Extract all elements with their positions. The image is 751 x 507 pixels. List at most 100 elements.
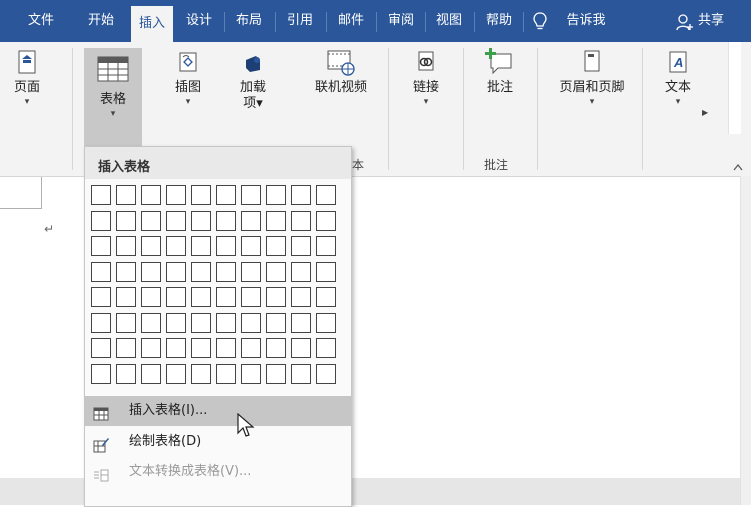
share-button[interactable]: 共享 [694,0,728,42]
table-grid-cell[interactable] [216,210,236,231]
table-grid-cell[interactable] [141,338,161,358]
table-grid-cell[interactable] [141,236,161,256]
table-grid-cell[interactable] [191,185,211,205]
ribbon-scroll-right-icon[interactable]: ▶ [702,108,708,117]
text-button[interactable]: A 文本 ▾ [655,48,701,107]
tell-me-box[interactable]: 告诉我 [558,0,614,42]
links-button[interactable]: 链接 ▾ [400,48,452,107]
table-grid-cell[interactable] [291,185,311,205]
table-grid-cell[interactable] [241,185,261,205]
tab-insert[interactable]: 插入 [131,6,173,42]
table-grid-cell[interactable] [241,338,261,358]
table-grid-cell[interactable] [241,210,261,231]
table-grid-cell[interactable] [241,363,261,384]
draw-table-menu-item[interactable]: 绘制表格(D) [85,427,351,457]
table-grid-cell[interactable] [116,338,136,358]
online-video-button[interactable]: 联机视频 [306,48,376,96]
table-grid-cell[interactable] [216,261,236,282]
table-grid-cell[interactable] [241,287,261,307]
table-grid-cell[interactable] [166,287,186,307]
table-grid-cell[interactable] [191,236,211,256]
tab-view[interactable]: 视图 [428,0,470,42]
table-grid-cell[interactable] [141,185,161,205]
table-grid-cell[interactable] [316,261,336,282]
table-grid-cell[interactable] [166,338,186,358]
addins-button[interactable]: 加载 项▾ [228,48,278,112]
table-grid-cell[interactable] [291,236,311,256]
table-button[interactable]: 表格 ▾ [84,48,142,146]
tab-review[interactable]: 审阅 [380,0,422,42]
table-grid-cell[interactable] [216,236,236,256]
table-grid-cell[interactable] [116,236,136,256]
table-grid-cell[interactable] [141,261,161,282]
table-grid-cell[interactable] [191,261,211,282]
table-grid-cell[interactable] [116,312,136,333]
table-grid-cell[interactable] [191,338,211,358]
table-grid-cell[interactable] [116,210,136,231]
table-grid-cell[interactable] [191,312,211,333]
table-grid-cell[interactable] [91,363,111,384]
table-grid-cell[interactable] [166,236,186,256]
table-grid-cell[interactable] [91,312,111,333]
tab-layout[interactable]: 布局 [228,0,270,42]
table-grid-cell[interactable] [116,287,136,307]
table-grid-cell[interactable] [116,363,136,384]
table-grid-cell[interactable] [191,210,211,231]
table-grid-cell[interactable] [291,261,311,282]
table-grid-cell[interactable] [166,210,186,231]
tab-mailings[interactable]: 邮件 [330,0,372,42]
table-grid-cell[interactable] [166,185,186,205]
table-grid-cell[interactable] [241,312,261,333]
table-grid-cell[interactable] [191,363,211,384]
table-grid-cell[interactable] [316,363,336,384]
vertical-scrollbar[interactable] [740,176,751,505]
table-grid-cell[interactable] [241,261,261,282]
insert-table-menu-item[interactable]: 插入表格(I)... [85,396,351,426]
table-grid-cell[interactable] [116,185,136,205]
table-grid-cell[interactable] [266,363,286,384]
table-grid-cell[interactable] [166,261,186,282]
page-button[interactable]: 页面 ▾ [2,48,52,107]
header-footer-button[interactable]: 页眉和页脚 ▾ [546,48,638,107]
table-grid-cell[interactable] [216,338,236,358]
table-grid-cell[interactable] [291,338,311,358]
table-grid-cell[interactable] [316,185,336,205]
tab-file[interactable]: 文件 [22,0,60,42]
table-grid-cell[interactable] [141,210,161,231]
tab-home[interactable]: 开始 [84,0,118,42]
table-grid-cell[interactable] [266,210,286,231]
lightbulb-icon[interactable] [533,12,547,36]
convert-text-to-table-menu-item[interactable]: 文本转换成表格(V)... [85,457,351,487]
table-grid-cell[interactable] [166,312,186,333]
table-grid-cell[interactable] [141,312,161,333]
table-grid-cell[interactable] [91,338,111,358]
table-grid-cell[interactable] [316,338,336,358]
table-grid-cell[interactable] [316,236,336,256]
table-grid-cell[interactable] [316,312,336,333]
tab-help[interactable]: 帮助 [478,0,520,42]
table-grid-cell[interactable] [266,287,286,307]
table-grid-cell[interactable] [316,287,336,307]
table-grid-cell[interactable] [116,261,136,282]
table-grid-cell[interactable] [266,236,286,256]
table-grid-cell[interactable] [91,236,111,256]
table-grid-cell[interactable] [216,363,236,384]
table-grid-cell[interactable] [216,287,236,307]
table-grid-cell[interactable] [91,185,111,205]
table-grid-cell[interactable] [216,185,236,205]
table-grid-cell[interactable] [241,236,261,256]
illustrations-button[interactable]: 插图 ▾ [160,48,216,107]
table-grid-cell[interactable] [91,261,111,282]
table-grid-cell[interactable] [91,210,111,231]
table-grid-cell[interactable] [166,363,186,384]
table-grid-cell[interactable] [316,210,336,231]
table-grid-cell[interactable] [291,210,311,231]
table-grid-cell[interactable] [266,312,286,333]
collapse-ribbon-icon[interactable] [733,160,743,171]
table-grid-cell[interactable] [191,287,211,307]
table-grid-cell[interactable] [91,287,111,307]
tab-design[interactable]: 设计 [178,0,220,42]
share-person-icon[interactable] [676,13,694,35]
table-grid-cell[interactable] [266,261,286,282]
table-grid-cell[interactable] [141,363,161,384]
